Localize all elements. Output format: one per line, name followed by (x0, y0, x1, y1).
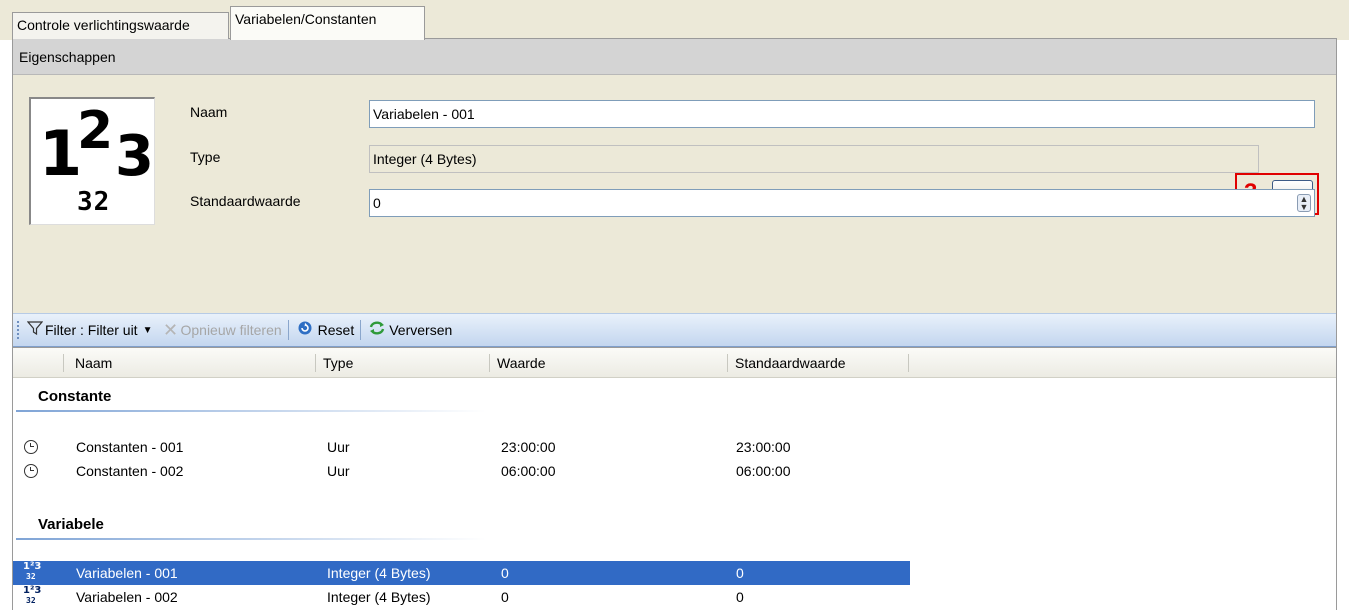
cell-type: Uur (327, 463, 350, 479)
column-header-waarde[interactable]: Waarde (497, 348, 546, 378)
reset-icon (295, 320, 315, 340)
column-separator (908, 354, 909, 372)
reset-button[interactable]: Reset (295, 320, 355, 340)
cell-waarde: 23:00:00 (501, 439, 556, 455)
type-label: Type (190, 149, 221, 165)
icon-digit-3: 3 (115, 124, 154, 189)
tab-controle-verlichtingswaarde[interactable]: Controle verlichtingswaarde (12, 12, 229, 39)
tab-variabelen-constanten[interactable]: Variabelen/Constanten (230, 6, 425, 40)
cell-naam: Variabelen - 002 (76, 589, 178, 605)
default-value-text: 0 (373, 195, 381, 211)
cell-naam: Variabelen - 001 (76, 565, 178, 581)
type-field: Integer (4 Bytes) (369, 145, 1259, 173)
cell-type: Integer (4 Bytes) (327, 565, 431, 581)
refresh-button[interactable]: Verversen (367, 320, 452, 340)
cell-type: Uur (327, 439, 350, 455)
cell-type: Integer (4 Bytes) (327, 589, 431, 605)
refilter-button: ✕ Opnieuw filteren (160, 319, 282, 341)
tab-bar: Controle verlichtingswaarde Variabelen/C… (0, 0, 1349, 40)
cell-waarde: 0 (501, 589, 509, 605)
filter-label: Filter : Filter uit (45, 322, 138, 338)
name-label: Naam (190, 104, 228, 120)
cell-naam: Constanten - 002 (76, 463, 184, 479)
clock-icon (22, 459, 42, 483)
table-row[interactable]: 1²3 32 Variabelen - 002 Integer (4 Bytes)… (13, 585, 910, 609)
refilter-label: Opnieuw filteren (180, 322, 282, 338)
icon-digit-2: 2 (77, 101, 114, 161)
refresh-icon (367, 320, 387, 340)
grid-header: Naam Type Waarde Standaardwaarde (13, 348, 1336, 378)
spinner-icon[interactable]: ▲ ▼ (1297, 194, 1311, 212)
group-header-constante[interactable]: Constante (38, 388, 111, 405)
properties-header: Eigenschappen (13, 39, 1336, 75)
group-header-variabele[interactable]: Variabele (38, 516, 104, 533)
filter-toolbar: Filter : Filter uit ▼ ✕ Opnieuw filteren… (13, 313, 1336, 347)
column-separator (315, 354, 316, 372)
chevron-down-icon: ▼ (142, 324, 153, 336)
column-header-type[interactable]: Type (323, 348, 353, 378)
toolbar-separator (287, 320, 289, 340)
funnel-icon (25, 320, 45, 340)
table-row[interactable]: Constanten - 002 Uur 06:00:00 06:00:00 (13, 459, 910, 483)
cell-standaardwaarde: 23:00:00 (736, 439, 791, 455)
integer-icon: 1²3 32 (23, 585, 42, 605)
column-separator (489, 354, 490, 372)
refresh-label: Verversen (389, 322, 453, 338)
group-underline (16, 410, 486, 412)
table-row-selected[interactable]: 1²3 32 Variabelen - 001 Integer (4 Bytes)… (13, 561, 910, 585)
cell-standaardwaarde: 06:00:00 (736, 463, 791, 479)
toolbar-grip[interactable] (17, 321, 21, 339)
filter-dropdown-button[interactable]: Filter : Filter uit ▼ (25, 320, 152, 340)
reset-label: Reset (317, 322, 355, 338)
cell-waarde: 0 (501, 565, 509, 581)
cell-standaardwaarde: 0 (736, 589, 744, 605)
table-row[interactable]: Constanten - 001 Uur 23:00:00 23:00:00 (13, 435, 910, 459)
main-panel: Eigenschappen 1 2 3 32 Naam Variabelen -… (12, 39, 1337, 610)
integer-icon: 1²3 32 (23, 561, 42, 581)
x-icon: ✕ (162, 319, 179, 340)
default-value-label: Standaardwaarde (190, 193, 301, 209)
cell-naam: Constanten - 001 (76, 439, 184, 455)
name-field[interactable]: Variabelen - 001 (369, 100, 1315, 128)
cell-waarde: 06:00:00 (501, 463, 556, 479)
integer-type-icon: 1 2 3 32 (29, 97, 155, 225)
properties-area: 1 2 3 32 Naam Variabelen - 001 Type Inte… (13, 75, 1336, 313)
column-header-naam[interactable]: Naam (75, 348, 112, 378)
icon-digit-1: 1 (39, 117, 83, 190)
clock-icon (22, 435, 42, 459)
group-underline (16, 538, 486, 540)
toolbar-separator (360, 320, 362, 340)
column-header-standaardwaarde[interactable]: Standaardwaarde (735, 348, 846, 378)
default-value-input[interactable]: 0 ▲ ▼ (369, 189, 1315, 217)
column-separator (63, 354, 64, 372)
cell-standaardwaarde: 0 (736, 565, 744, 581)
variables-grid: Naam Type Waarde Standaardwaarde Constan… (13, 347, 1336, 610)
column-separator (727, 354, 728, 372)
icon-sub-number: 32 (77, 187, 111, 217)
